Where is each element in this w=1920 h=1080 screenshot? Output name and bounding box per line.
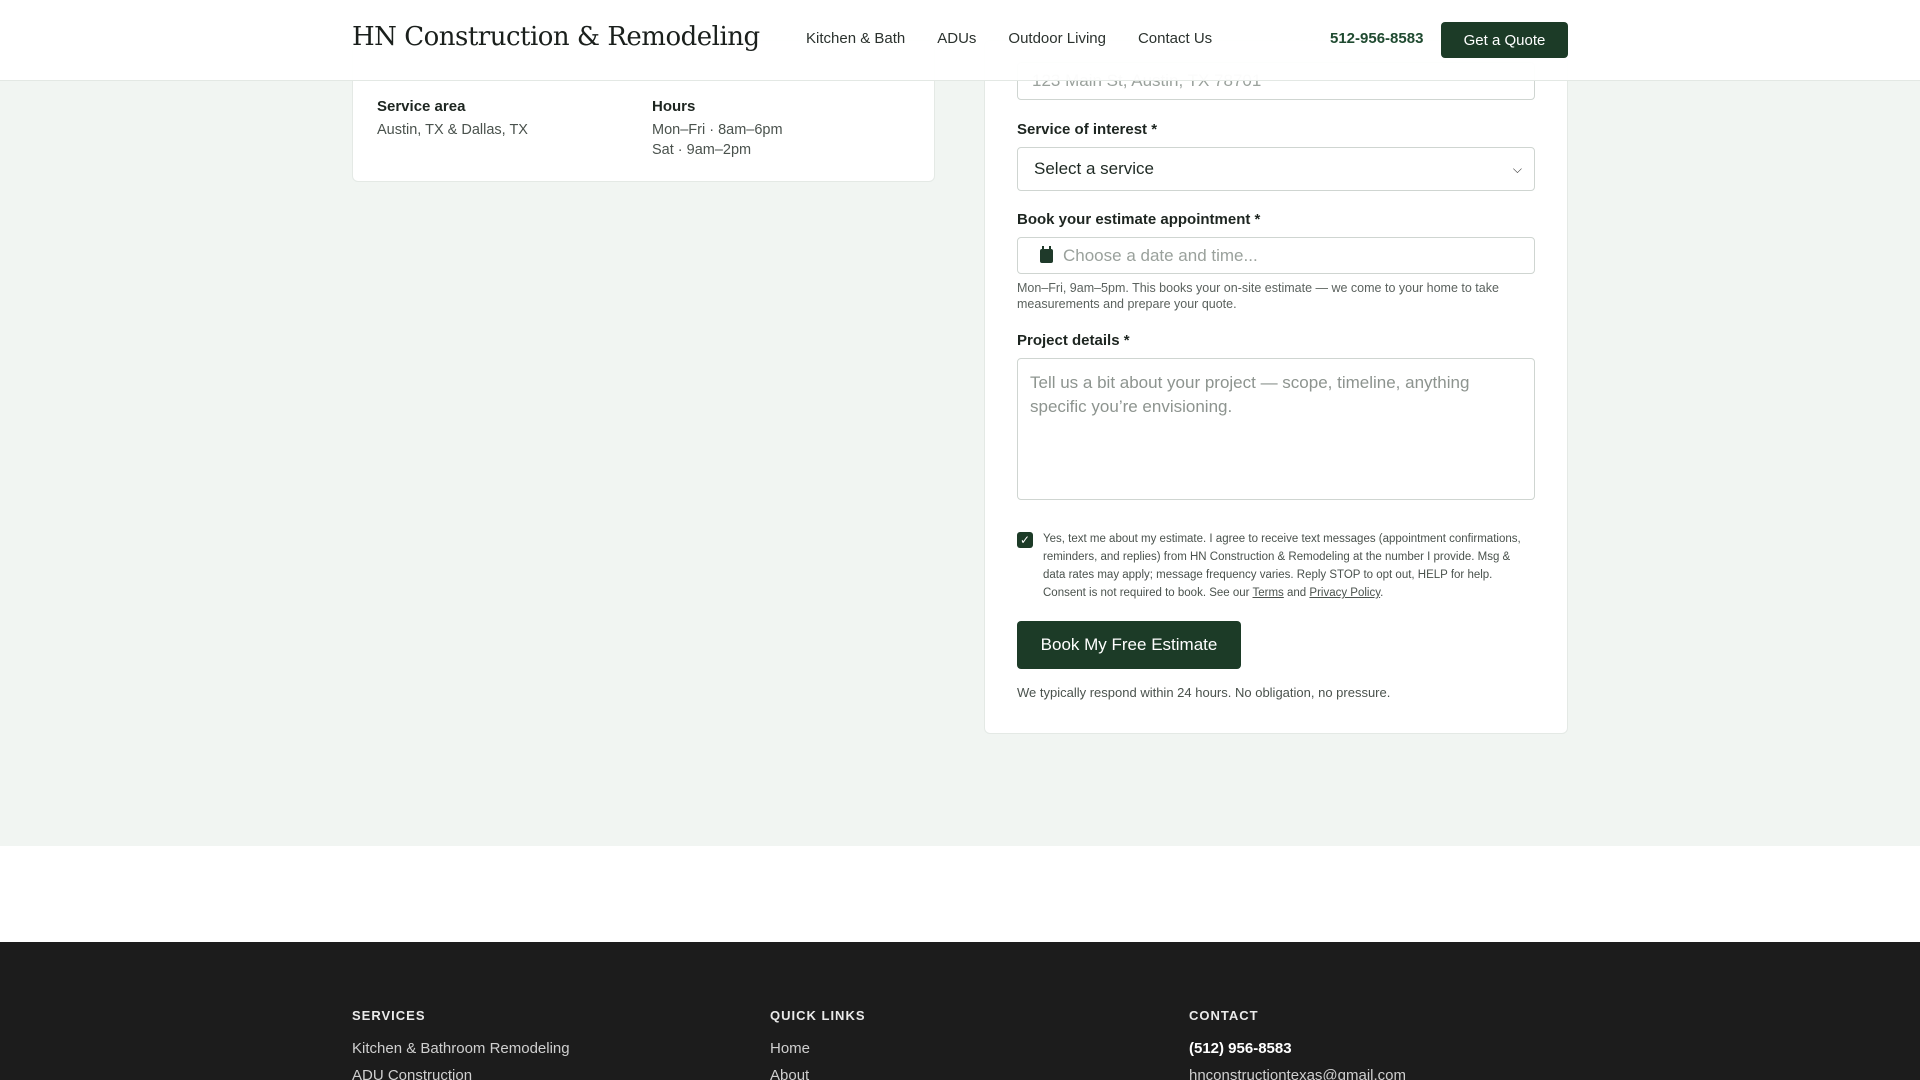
nav-contact-us[interactable]: Contact Us xyxy=(1138,30,1212,47)
service-area-value: Austin, TX & Dallas, TX xyxy=(377,122,528,138)
sms-consent-checkbox[interactable]: ✓ xyxy=(1017,532,1033,548)
white-section xyxy=(0,846,1920,942)
header-phone-link[interactable]: 512-956-8583 xyxy=(1330,30,1423,47)
footer-services: SERVICES Kitchen & Bathroom Remodeling A… xyxy=(352,1008,570,1080)
nav-outdoor-living[interactable]: Outdoor Living xyxy=(1008,30,1106,47)
appointment-placeholder: Choose a date and time... xyxy=(1063,245,1258,265)
book-estimate-button[interactable]: Book My Free Estimate xyxy=(1017,621,1241,669)
project-details-textarea[interactable]: Tell us a bit about your project — scope… xyxy=(1017,358,1535,500)
nav-adus[interactable]: ADUs xyxy=(937,30,976,47)
service-area-block: Service area Austin, TX & Dallas, TX xyxy=(377,98,528,140)
terms-link[interactable]: Terms xyxy=(1253,587,1284,599)
appointment-hint: Mon–Fri, 9am–5pm. This books your on-sit… xyxy=(1017,281,1499,311)
appointment-picker[interactable]: Choose a date and time... xyxy=(1017,237,1535,274)
footer-service-link[interactable]: ADU Construction xyxy=(352,1062,570,1080)
details-placeholder: Tell us a bit about your project — scope… xyxy=(1030,373,1470,416)
details-label: Project details * xyxy=(1017,332,1130,349)
footer-link-home[interactable]: Home xyxy=(770,1035,866,1062)
footer-service-link[interactable]: Kitchen & Bathroom Remodeling xyxy=(352,1035,570,1062)
hours-block: Hours Mon–Fri · 8am–6pm Sat · 9am–2pm xyxy=(652,98,783,160)
footer-contact: CONTACT (512) 956-8583 hnconstructiontex… xyxy=(1189,1008,1406,1080)
response-note: We typically respond within 24 hours. No… xyxy=(1017,685,1391,700)
footer-services-heading: SERVICES xyxy=(352,1008,426,1023)
hours-weekday: Mon–Fri · 8am–6pm xyxy=(652,122,783,138)
hours-label: Hours xyxy=(652,98,696,115)
get-quote-button[interactable]: Get a Quote xyxy=(1441,22,1568,58)
privacy-policy-link[interactable]: Privacy Policy xyxy=(1309,587,1380,599)
footer-phone[interactable]: (512) 956-8583 xyxy=(1189,1035,1406,1062)
footer-links-heading: QUICK LINKS xyxy=(770,1008,866,1023)
service-label: Service of interest * xyxy=(1017,121,1158,138)
nav-kitchen-bath[interactable]: Kitchen & Bath xyxy=(806,30,905,47)
sms-consent-text: Yes, text me about my estimate. I agree … xyxy=(1043,533,1521,599)
service-select[interactable]: Select a service ⌵ xyxy=(1017,147,1535,191)
footer-link-about[interactable]: About xyxy=(770,1062,866,1080)
hours-saturday: Sat · 9am–2pm xyxy=(652,142,752,158)
site-header: HN Construction & Remodeling Kitchen & B… xyxy=(0,0,1920,81)
service-area-label: Service area xyxy=(377,98,466,115)
appointment-label: Book your estimate appointment * xyxy=(1017,211,1261,228)
main-nav: Kitchen & Bath ADUs Outdoor Living Conta… xyxy=(806,30,1212,47)
footer-quick-links: QUICK LINKS Home About xyxy=(770,1008,866,1080)
chevron-down-icon: ⌵ xyxy=(1512,161,1522,176)
footer-contact-heading: CONTACT xyxy=(1189,1008,1259,1023)
site-footer xyxy=(0,942,1920,1080)
footer-email[interactable]: hnconstructiontexas@gmail.com xyxy=(1189,1062,1406,1080)
site-logo[interactable]: HN Construction & Remodeling xyxy=(352,22,760,52)
service-selected-value: Select a service xyxy=(1034,159,1154,178)
calendar-icon xyxy=(1040,245,1053,263)
